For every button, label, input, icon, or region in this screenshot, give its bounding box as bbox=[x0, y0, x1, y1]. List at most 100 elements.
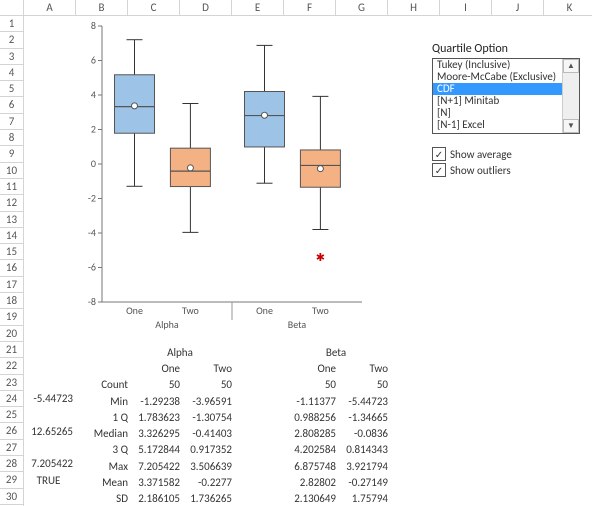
cell-a28[interactable]: 7.205422 bbox=[24, 456, 76, 472]
column-header-b[interactable]: B bbox=[76, 0, 128, 16]
quartile-option-item[interactable]: [N+1] Minitab bbox=[433, 95, 563, 107]
quartile-option-listbox[interactable]: Tukey (Inclusive)Moore-McCabe (Exclusive… bbox=[432, 58, 580, 134]
column-header-e[interactable]: E bbox=[232, 0, 284, 16]
row-header-13[interactable]: 13 bbox=[0, 212, 24, 228]
scroll-up-icon[interactable]: ▲ bbox=[563, 59, 579, 73]
column-header-i[interactable]: I bbox=[440, 0, 492, 16]
stat-value[interactable]: -0.2277 bbox=[180, 474, 232, 490]
stat-value[interactable]: 3.371582 bbox=[128, 474, 180, 490]
svg-text:Two: Two bbox=[182, 304, 199, 317]
svg-text:Beta: Beta bbox=[288, 318, 307, 331]
row-header-27[interactable]: 27 bbox=[0, 440, 24, 456]
quartile-option-item[interactable]: Tukey (Inclusive) bbox=[433, 59, 563, 71]
stat-value[interactable]: -3.96591 bbox=[180, 393, 232, 409]
row-header-23[interactable]: 23 bbox=[0, 375, 24, 391]
column-header-k[interactable]: K bbox=[544, 0, 592, 16]
column-header-j[interactable]: J bbox=[492, 0, 544, 16]
column-header-a[interactable]: A bbox=[24, 0, 76, 16]
stat-value[interactable]: -5.44723 bbox=[336, 393, 388, 409]
stat-value[interactable]: 1.75794 bbox=[336, 491, 388, 506]
row-header-19[interactable]: 19 bbox=[0, 309, 24, 325]
stat-value[interactable]: 2.186105 bbox=[128, 491, 180, 506]
row-header-14[interactable]: 14 bbox=[0, 228, 24, 244]
row-header-2[interactable]: 2 bbox=[0, 32, 24, 48]
show-average-label: Show average bbox=[450, 148, 512, 161]
stat-value[interactable]: 3.506639 bbox=[180, 458, 232, 474]
scroll-down-icon[interactable]: ▼ bbox=[563, 119, 579, 133]
row-header-9[interactable]: 9 bbox=[0, 146, 24, 162]
stat-value[interactable]: 4.202584 bbox=[284, 442, 336, 458]
stat-value[interactable]: 50 bbox=[284, 377, 336, 393]
stat-value[interactable]: -0.0836 bbox=[336, 425, 388, 441]
stat-value[interactable]: 50 bbox=[128, 377, 180, 393]
row-header-20[interactable]: 20 bbox=[0, 326, 24, 342]
cell-a29[interactable]: TRUE bbox=[24, 473, 76, 489]
quartile-option-item[interactable]: [N] bbox=[433, 107, 563, 119]
row-header-4[interactable]: 4 bbox=[0, 65, 24, 81]
row-header-8[interactable]: 8 bbox=[0, 130, 24, 146]
stat-label: 1 Q bbox=[76, 409, 128, 425]
show-average-checkbox[interactable]: ✓ Show average bbox=[432, 146, 582, 162]
row-header-22[interactable]: 22 bbox=[0, 358, 24, 374]
row-header-16[interactable]: 16 bbox=[0, 260, 24, 276]
stat-value[interactable]: -0.27149 bbox=[336, 474, 388, 490]
stat-value[interactable]: -1.11377 bbox=[284, 393, 336, 409]
stat-value[interactable]: 7.205422 bbox=[128, 458, 180, 474]
row-header-15[interactable]: 15 bbox=[0, 244, 24, 260]
stat-value[interactable]: 6.875748 bbox=[284, 458, 336, 474]
stat-value[interactable]: 0.814343 bbox=[336, 442, 388, 458]
cell-a24[interactable]: -5.44723 bbox=[24, 391, 76, 407]
column-header-g[interactable]: G bbox=[336, 0, 388, 16]
stat-value[interactable]: 0.917352 bbox=[180, 442, 232, 458]
stat-value[interactable]: -0.41403 bbox=[180, 425, 232, 441]
row-header-30[interactable]: 30 bbox=[0, 489, 24, 505]
column-header-d[interactable]: D bbox=[180, 0, 232, 16]
row-header-18[interactable]: 18 bbox=[0, 293, 24, 309]
stats-table: AlphaBetaOneTwoOneTwoCount50505050Min-1.… bbox=[76, 344, 388, 506]
listbox-scrollbar[interactable]: ▲ ▼ bbox=[562, 59, 579, 133]
corner-cell[interactable] bbox=[0, 0, 24, 16]
show-outliers-checkbox[interactable]: ✓ Show outliers bbox=[432, 162, 582, 178]
quartile-option-item[interactable]: Moore-McCabe (Exclusive) bbox=[433, 71, 563, 83]
svg-text:4: 4 bbox=[91, 88, 96, 101]
quartile-option-item[interactable]: [N-1] Excel bbox=[433, 119, 563, 131]
row-header-1[interactable]: 1 bbox=[0, 16, 24, 32]
column-header-f[interactable]: F bbox=[284, 0, 336, 16]
row-header-12[interactable]: 12 bbox=[0, 195, 24, 211]
stat-value[interactable]: 0.988256 bbox=[284, 409, 336, 425]
row-header-25[interactable]: 25 bbox=[0, 407, 24, 423]
group-header: Beta bbox=[284, 344, 388, 360]
row-header-6[interactable]: 6 bbox=[0, 97, 24, 113]
quartile-option-item[interactable]: CDF bbox=[433, 83, 563, 95]
row-header-5[interactable]: 5 bbox=[0, 81, 24, 97]
row-header-7[interactable]: 7 bbox=[0, 114, 24, 130]
row-header-17[interactable]: 17 bbox=[0, 277, 24, 293]
row-header-26[interactable]: 26 bbox=[0, 423, 24, 439]
row-header-10[interactable]: 10 bbox=[0, 163, 24, 179]
cell-a26[interactable]: 12.65265 bbox=[24, 424, 76, 440]
stat-value[interactable]: -1.34665 bbox=[336, 409, 388, 425]
stat-value[interactable]: 3.921794 bbox=[336, 458, 388, 474]
row-header-24[interactable]: 24 bbox=[0, 391, 24, 407]
stat-value[interactable]: 50 bbox=[180, 377, 232, 393]
row-header-21[interactable]: 21 bbox=[0, 342, 24, 358]
stat-value[interactable]: 2.82802 bbox=[284, 474, 336, 490]
stat-value[interactable]: -1.30754 bbox=[180, 409, 232, 425]
row-header-3[interactable]: 3 bbox=[0, 49, 24, 65]
stat-value[interactable]: 1.736265 bbox=[180, 491, 232, 506]
stat-value[interactable]: 2.130649 bbox=[284, 491, 336, 506]
stat-value[interactable]: 3.326295 bbox=[128, 425, 180, 441]
column-header-h[interactable]: H bbox=[388, 0, 440, 16]
column-header-c[interactable]: C bbox=[128, 0, 180, 16]
stat-value[interactable]: 2.808285 bbox=[284, 425, 336, 441]
svg-text:-8: -8 bbox=[88, 295, 96, 308]
stat-value[interactable]: 1.783623 bbox=[128, 409, 180, 425]
stat-label: Median bbox=[76, 425, 128, 441]
row-header-11[interactable]: 11 bbox=[0, 179, 24, 195]
stat-value[interactable]: 50 bbox=[336, 377, 388, 393]
row-header-28[interactable]: 28 bbox=[0, 456, 24, 472]
row-header-29[interactable]: 29 bbox=[0, 472, 24, 488]
stat-value[interactable]: -1.29238 bbox=[128, 393, 180, 409]
stat-label: 3 Q bbox=[76, 442, 128, 458]
stat-value[interactable]: 5.172844 bbox=[128, 442, 180, 458]
